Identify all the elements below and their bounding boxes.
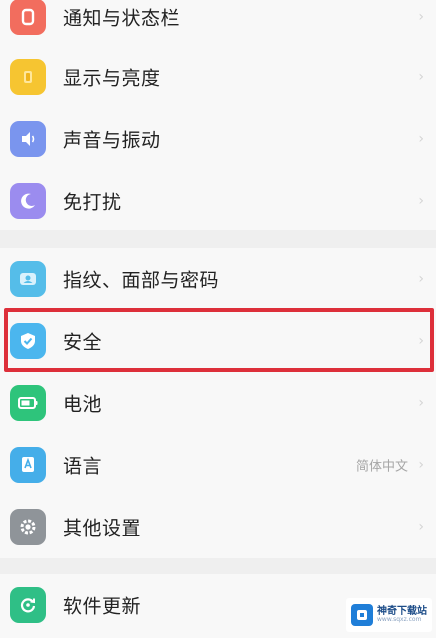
chevron-right-icon: › bbox=[418, 193, 424, 209]
settings-row-label: 电池 bbox=[63, 393, 103, 416]
settings-row-label: 显示与亮度 bbox=[63, 67, 161, 90]
shield-check-icon bbox=[10, 323, 46, 359]
chevron-right-icon: › bbox=[418, 519, 424, 535]
settings-row-label: 免打扰 bbox=[63, 191, 122, 214]
settings-row-security[interactable]: 安全 › bbox=[0, 310, 436, 372]
battery-icon bbox=[10, 385, 46, 421]
settings-row-display[interactable]: 显示与亮度 › bbox=[0, 46, 436, 108]
settings-row-label: 安全 bbox=[63, 331, 103, 354]
chevron-right-icon: › bbox=[418, 457, 424, 473]
gear-icon bbox=[10, 509, 46, 545]
language-icon bbox=[10, 447, 46, 483]
settings-row-sound[interactable]: 声音与振动 › bbox=[0, 108, 436, 170]
display-brightness-icon bbox=[10, 59, 46, 95]
watermark-url: www.sqxz.com bbox=[377, 616, 422, 624]
settings-row-label: 指纹、面部与密码 bbox=[63, 269, 220, 292]
speaker-icon bbox=[10, 121, 46, 157]
moon-icon bbox=[10, 183, 46, 219]
fingerprint-face-icon bbox=[10, 261, 46, 297]
chevron-right-icon: › bbox=[418, 271, 424, 287]
settings-row-fingerprint[interactable]: 指纹、面部与密码 › bbox=[0, 248, 436, 310]
chevron-right-icon: › bbox=[418, 69, 424, 85]
settings-row-label: 声音与振动 bbox=[63, 129, 161, 152]
settings-row-label: 软件更新 bbox=[63, 595, 142, 618]
settings-group-general: 通知与状态栏 › 显示与亮度 › 声音与振动 › 免打扰 › bbox=[0, 0, 436, 230]
language-current-value: 简体中文 bbox=[355, 459, 408, 475]
chevron-right-icon: › bbox=[418, 333, 424, 349]
chevron-right-icon: › bbox=[418, 131, 424, 147]
notification-icon bbox=[10, 0, 46, 35]
update-icon bbox=[10, 587, 46, 623]
site-watermark: 神奇下载站 www.sqxz.com bbox=[346, 598, 432, 632]
settings-row-label: 通知与状态栏 bbox=[63, 7, 181, 30]
settings-row-label: 其他设置 bbox=[63, 517, 142, 540]
settings-row-label: 语言 bbox=[63, 455, 103, 478]
chevron-right-icon: › bbox=[418, 395, 424, 411]
settings-row-language[interactable]: 语言 简体中文 › bbox=[0, 434, 436, 496]
settings-row-other[interactable]: 其他设置 › bbox=[0, 496, 436, 558]
settings-row-dnd[interactable]: 免打扰 › bbox=[0, 170, 436, 232]
chevron-right-icon: › bbox=[418, 9, 424, 25]
settings-group-system: 指纹、面部与密码 › 安全 › 电池 › 语言 简体中文 › 其他设置 › bbox=[0, 248, 436, 558]
watermark-logo-icon bbox=[351, 604, 373, 626]
settings-row-battery[interactable]: 电池 › bbox=[0, 372, 436, 434]
settings-row-notifications[interactable]: 通知与状态栏 › bbox=[0, 0, 436, 48]
